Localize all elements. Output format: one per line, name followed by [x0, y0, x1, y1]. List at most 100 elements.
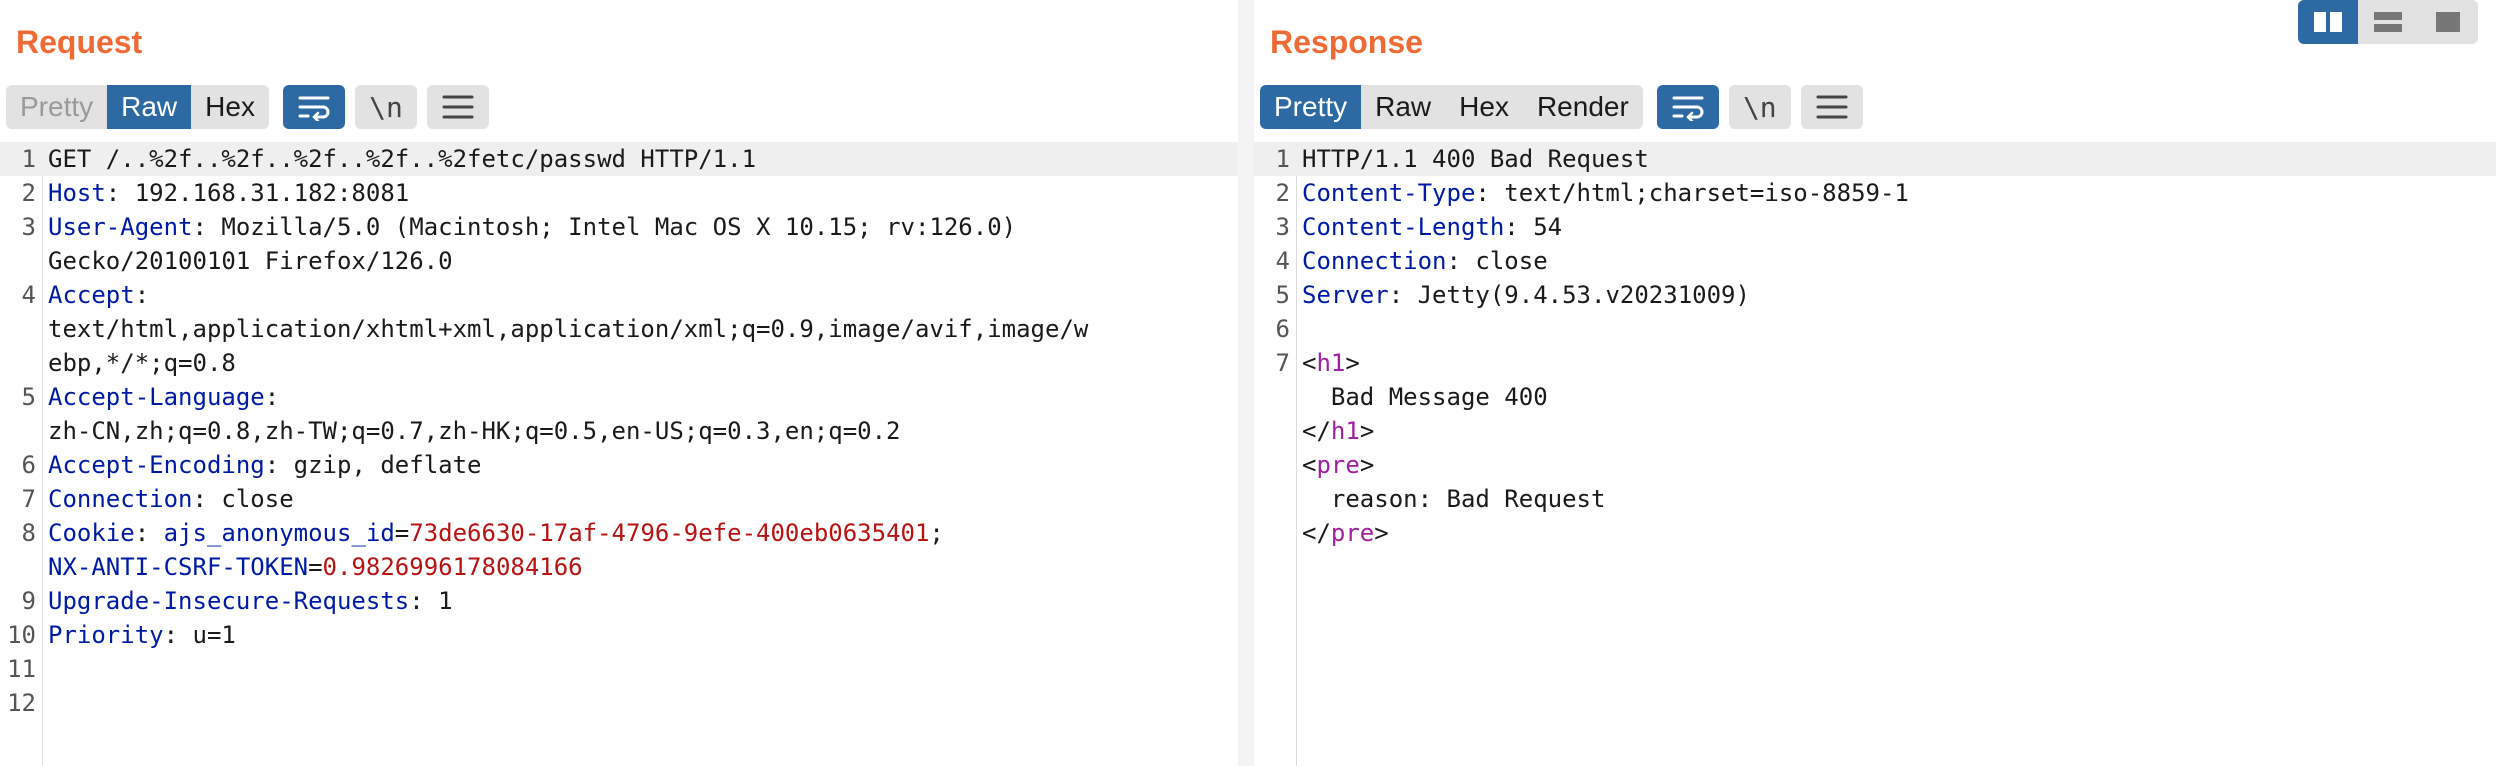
code-token: = [308, 553, 323, 581]
code-text: <h1> [1296, 346, 1360, 380]
code-token: : gzip, deflate [264, 451, 482, 479]
code-line[interactable]: 5 Server: Jetty(9.4.53.v20231009) [1254, 278, 2496, 312]
request-editor[interactable]: 1 GET /..%2f..%2f..%2f..%2f..%2fetc/passw… [0, 142, 1238, 766]
response-menu-button[interactable] [1800, 85, 1863, 129]
code-line[interactable]: 11 [0, 652, 1238, 686]
request-newline-button[interactable]: \n [354, 85, 417, 129]
code-token: : text/html;charset=iso-8859-1 [1475, 179, 1909, 207]
code-line[interactable]: 8 Cookie: ajs_anonymous_id=73de6630-17af-… [0, 516, 1238, 550]
layout-side-by-side-button[interactable] [2298, 0, 2358, 44]
code-line[interactable]: 3 User-Agent: Mozilla/5.0 (Macintosh; Int… [0, 210, 1238, 244]
code-line[interactable]: 1 GET /..%2f..%2f..%2f..%2f..%2fetc/passw… [0, 142, 1238, 176]
code-line[interactable]: 6 Accept-Encoding: gzip, deflate [0, 448, 1238, 482]
line-number: 1 [1275, 145, 1290, 173]
code-line[interactable]: zh-CN,zh;q=0.8,zh-TW;q=0.7,zh-HK;q=0.5,e… [0, 414, 1238, 448]
request-panel: Request Pretty Raw Hex \n 1 GET /..%2f..… [0, 0, 1238, 766]
code-text: </pre> [1296, 516, 1389, 550]
response-wrap-lines-button[interactable] [1656, 85, 1719, 129]
code-line[interactable]: NX-ANTI-CSRF-TOKEN=0.9826996178084166 [0, 550, 1238, 584]
code-text: HTTP/1.1 400 Bad Request [1296, 142, 1649, 176]
code-token: ebp,*/*;q=0.8 [48, 349, 236, 377]
request-lines: 1 GET /..%2f..%2f..%2f..%2f..%2fetc/passw… [0, 142, 1238, 720]
layout-single-button[interactable] [2418, 0, 2478, 44]
code-line[interactable]: 4 Accept: [0, 278, 1238, 312]
code-line[interactable]: text/html,application/xhtml+xml,applicat… [0, 312, 1238, 346]
code-token: h1 [1316, 349, 1346, 377]
request-menu-button[interactable] [426, 85, 489, 129]
code-line[interactable]: 9 Upgrade-Insecure-Requests: 1 [0, 584, 1238, 618]
code-line[interactable]: </h1> [1254, 414, 2496, 448]
code-token: Accept-Encoding [48, 451, 265, 479]
layout-toggle [2298, 0, 2478, 44]
line-number: 6 [1275, 315, 1290, 343]
code-token: NX-ANTI-CSRF-TOKEN [48, 553, 309, 581]
code-line[interactable]: ebp,*/*;q=0.8 [0, 346, 1238, 380]
line-number [0, 312, 42, 346]
code-line[interactable]: </pre> [1254, 516, 2496, 550]
code-token: Bad Message 400 [1302, 383, 1548, 411]
code-token: : 1 [409, 587, 453, 615]
code-token: </ [1302, 417, 1331, 445]
code-token: = [394, 519, 410, 547]
code-line[interactable]: 5 Accept-Language: [0, 380, 1238, 414]
layout-stacked-button[interactable] [2358, 0, 2418, 44]
code-text: zh-CN,zh;q=0.8,zh-TW;q=0.7,zh-HK;q=0.5,e… [42, 414, 901, 448]
code-text: Content-Length: 54 [1296, 210, 1562, 244]
panel-divider[interactable] [1238, 0, 1254, 766]
code-line[interactable]: 6 [1254, 312, 2496, 346]
code-line[interactable]: 10 Priority: u=1 [0, 618, 1238, 652]
code-token: Content-Length [1302, 213, 1505, 241]
code-text: </h1> [1296, 414, 1374, 448]
line-number: 4 [1275, 247, 1290, 275]
code-line[interactable]: 4 Connection: close [1254, 244, 2496, 278]
code-token: : Mozilla/5.0 (Macintosh; Intel Mac OS X… [192, 213, 1017, 241]
code-line[interactable]: 2 Content-Type: text/html;charset=iso-885… [1254, 176, 2496, 210]
response-lines: 1 HTTP/1.1 400 Bad Request 2 Content-Type: … [1254, 142, 2496, 550]
code-text: Bad Message 400 [1296, 380, 1548, 414]
code-token: : u=1 [163, 621, 236, 649]
code-token: pre [1316, 451, 1360, 479]
code-line[interactable]: 2 Host: 192.168.31.182:8081 [0, 176, 1238, 210]
response-editor[interactable]: 1 HTTP/1.1 400 Bad Request 2 Content-Type: … [1254, 142, 2496, 766]
response-newline-button[interactable]: \n [1728, 85, 1791, 129]
line-number: 7 [21, 485, 36, 513]
code-token: : 192.168.31.182:8081 [105, 179, 410, 207]
code-line[interactable]: Gecko/20100101 Firefox/126.0 [0, 244, 1238, 278]
code-token: : Jetty(9.4.53.v20231009) [1388, 281, 1750, 309]
code-token: text/html,application/xhtml+xml,applicat… [48, 315, 1089, 343]
response-tab-render[interactable]: Render [1523, 85, 1643, 129]
code-line[interactable]: 3 Content-Length: 54 [1254, 210, 2496, 244]
layout-single-icon [2436, 12, 2460, 32]
line-number: 2 [1275, 179, 1290, 207]
wrap-lines-icon [298, 96, 330, 121]
line-number: 12 [7, 689, 36, 717]
code-token: > [1359, 451, 1375, 479]
request-tab-raw[interactable]: Raw [107, 85, 192, 129]
code-line[interactable]: 12 [0, 686, 1238, 720]
request-title: Request [16, 24, 143, 60]
code-line[interactable]: reason: Bad Request [1254, 482, 2496, 516]
code-token: Accept-Language [48, 383, 265, 411]
response-tab-raw[interactable]: Raw [1361, 85, 1445, 129]
layout-side-by-side-icon [2314, 12, 2342, 32]
line-number [1254, 380, 1296, 414]
code-text: Accept-Language: [42, 380, 279, 414]
response-tab-hex[interactable]: Hex [1445, 85, 1523, 129]
response-tab-pretty[interactable]: Pretty [1260, 85, 1362, 129]
request-wrap-lines-button[interactable] [282, 85, 345, 129]
code-token: Accept [48, 281, 135, 309]
code-line[interactable]: Bad Message 400 [1254, 380, 2496, 414]
request-tab-pretty[interactable]: Pretty [6, 85, 107, 129]
code-line[interactable]: 7 <h1> [1254, 346, 2496, 380]
code-token: </ [1302, 519, 1331, 547]
code-token: pre [1330, 519, 1375, 547]
line-number: 3 [1275, 213, 1290, 241]
code-line[interactable]: 1 HTTP/1.1 400 Bad Request [1254, 142, 2496, 176]
code-line[interactable]: <pre> [1254, 448, 2496, 482]
code-text: Connection: close [42, 482, 294, 516]
request-tab-hex[interactable]: Hex [191, 85, 269, 129]
code-line[interactable]: 7 Connection: close [0, 482, 1238, 516]
code-text: Accept-Encoding: gzip, deflate [42, 448, 482, 482]
